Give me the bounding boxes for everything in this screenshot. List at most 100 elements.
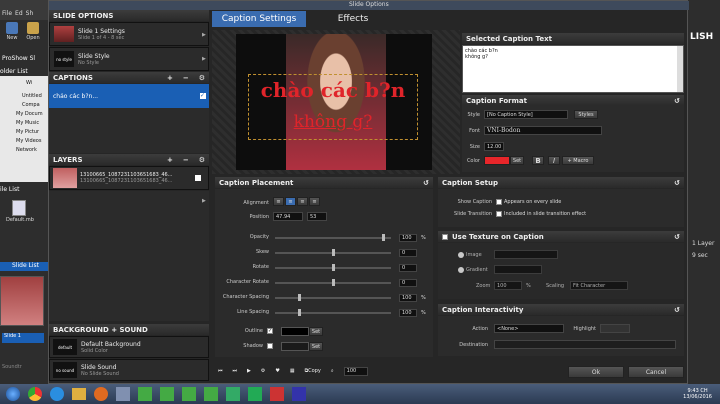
remove-caption-button[interactable]: − bbox=[183, 74, 189, 82]
folder-item[interactable]: Untitled bbox=[2, 93, 46, 102]
color-set-button[interactable]: Set bbox=[510, 156, 524, 165]
zoom-level-input[interactable]: 100 bbox=[343, 366, 368, 376]
menu-edit[interactable]: Ed bbox=[15, 10, 23, 20]
shadow-color-swatch[interactable] bbox=[281, 342, 309, 351]
reset-interactivity-icon[interactable]: ↺ bbox=[674, 306, 680, 314]
start-icon[interactable] bbox=[6, 387, 20, 401]
italic-button[interactable]: I bbox=[548, 156, 560, 165]
reset-placement-icon[interactable]: ↺ bbox=[423, 179, 429, 187]
app-icon[interactable] bbox=[138, 387, 152, 401]
play-icon[interactable]: ▶ bbox=[247, 368, 251, 374]
shadow-checkbox[interactable] bbox=[267, 343, 273, 349]
folder-item[interactable]: Network bbox=[2, 147, 46, 156]
slider-track[interactable] bbox=[275, 309, 391, 316]
slider-track[interactable] bbox=[275, 264, 391, 271]
app-icon[interactable] bbox=[182, 387, 196, 401]
align-center-button[interactable]: ≡ bbox=[285, 197, 296, 206]
app-open-icon[interactable]: Open bbox=[24, 22, 42, 42]
slide-style-item[interactable]: no style Slide Style No Style bbox=[49, 47, 209, 71]
size-input[interactable]: 12.00 bbox=[484, 142, 504, 151]
caption-list-item[interactable]: chảo các b?n... ✓ bbox=[49, 84, 209, 108]
gradient-field[interactable] bbox=[494, 265, 542, 274]
outline-checkbox[interactable]: ✓ bbox=[267, 328, 273, 334]
left-slide-thumb[interactable] bbox=[0, 276, 44, 326]
slider-track[interactable] bbox=[275, 279, 391, 286]
folder-item[interactable]: My Music bbox=[2, 120, 46, 129]
outline-set-button[interactable]: Set bbox=[309, 327, 323, 336]
caption-text-scrollbar[interactable] bbox=[677, 46, 683, 92]
caption-style-select[interactable]: [No Caption Style] bbox=[484, 110, 568, 119]
tab-caption-settings[interactable]: Caption Settings bbox=[212, 11, 306, 27]
app-icon[interactable] bbox=[270, 387, 284, 401]
gradient-radio[interactable] bbox=[458, 267, 464, 273]
add-layer-button[interactable]: + bbox=[167, 156, 173, 164]
cancel-button[interactable]: Cancel bbox=[628, 366, 684, 378]
folder-item[interactable]: My Docum bbox=[2, 111, 46, 120]
slide-sound-item[interactable]: no sound Slide Sound No Slide Sound bbox=[49, 359, 209, 381]
slider-thumb[interactable] bbox=[331, 264, 335, 271]
layer-list-item[interactable]: 13100665_1087231103651683_46... 13100665… bbox=[49, 166, 209, 190]
zoom-input[interactable]: 100 bbox=[494, 281, 522, 290]
folder-item[interactable]: My Pictur bbox=[2, 129, 46, 138]
gear-icon[interactable]: ⚙ bbox=[261, 368, 265, 374]
position-y-input[interactable]: 53 bbox=[307, 212, 327, 221]
slider-track[interactable] bbox=[275, 249, 391, 256]
expand-arrow-icon[interactable]: ▶ bbox=[202, 32, 206, 38]
slider-track[interactable] bbox=[275, 294, 391, 301]
add-caption-button[interactable]: + bbox=[167, 74, 173, 82]
clock[interactable]: 9:43 CH 13/06/2016 bbox=[683, 388, 712, 400]
shadow-set-button[interactable]: Set bbox=[309, 342, 323, 351]
bold-button[interactable]: B bbox=[532, 156, 544, 165]
scaling-select[interactable]: Fit Character bbox=[570, 281, 628, 290]
app-icon[interactable] bbox=[116, 387, 130, 401]
grid-icon[interactable]: ▦ bbox=[290, 368, 295, 374]
skip-forward-icon[interactable]: ⏭ bbox=[233, 368, 238, 374]
explorer-icon[interactable] bbox=[72, 388, 86, 400]
skip-back-icon[interactable]: ⏮ bbox=[218, 368, 223, 374]
ie-icon[interactable] bbox=[50, 387, 64, 401]
app-new-icon[interactable]: New bbox=[3, 22, 21, 42]
folder-item[interactable]: Wi bbox=[2, 80, 46, 89]
remove-layer-button[interactable]: − bbox=[183, 156, 189, 164]
app-icon[interactable] bbox=[292, 387, 306, 401]
app-icon[interactable] bbox=[226, 387, 240, 401]
firefox-icon[interactable] bbox=[94, 387, 108, 401]
macro-button[interactable]: + Macro bbox=[562, 156, 594, 165]
app-icon[interactable] bbox=[204, 387, 218, 401]
slider-thumb[interactable] bbox=[382, 234, 386, 241]
tab-effects[interactable]: Effects bbox=[306, 11, 400, 27]
zoom-icon[interactable]: ⌕ bbox=[331, 368, 334, 374]
expand-arrow-icon[interactable]: ▶ bbox=[202, 198, 206, 204]
align-left-button[interactable]: ≡ bbox=[273, 197, 284, 206]
ok-button[interactable]: Ok bbox=[568, 366, 624, 378]
align-right-button[interactable]: ≡ bbox=[297, 197, 308, 206]
reset-format-icon[interactable]: ↺ bbox=[674, 97, 680, 105]
slider-thumb[interactable] bbox=[331, 279, 335, 286]
slider-thumb[interactable] bbox=[331, 249, 335, 256]
styles-button[interactable]: Styles bbox=[574, 110, 598, 119]
align-justify-button[interactable]: ≡ bbox=[309, 197, 320, 206]
background-item[interactable]: default Default Background Solid Color bbox=[49, 336, 209, 358]
slider-value-input[interactable]: 0 bbox=[399, 249, 417, 257]
slider-value-input[interactable]: 100 bbox=[399, 309, 417, 317]
folder-tree[interactable]: Wi Untitled Compa My Docum My Music My P… bbox=[0, 76, 48, 182]
folder-item[interactable]: My Videos bbox=[2, 138, 46, 147]
outline-color-swatch[interactable] bbox=[281, 327, 309, 336]
show-caption-checkbox[interactable] bbox=[496, 199, 502, 205]
slider-value-input[interactable]: 100 bbox=[399, 294, 417, 302]
image-path-field[interactable] bbox=[494, 250, 558, 259]
app-icon[interactable] bbox=[160, 387, 174, 401]
reset-setup-icon[interactable]: ↺ bbox=[674, 179, 680, 187]
preview-area[interactable]: chào các b?n không g? bbox=[212, 30, 460, 174]
image-radio[interactable] bbox=[458, 252, 464, 258]
caption-text-area[interactable]: chào các b?n không g? bbox=[462, 45, 684, 93]
slider-thumb[interactable] bbox=[297, 309, 301, 316]
menu-show[interactable]: Sh bbox=[26, 10, 34, 20]
highlight-color[interactable] bbox=[600, 324, 630, 333]
position-x-input[interactable]: 47.94 bbox=[273, 212, 303, 221]
use-texture-checkbox[interactable] bbox=[442, 233, 448, 240]
file-thumb[interactable]: Default.mb bbox=[6, 200, 34, 232]
expand-arrow-icon[interactable]: ▶ bbox=[202, 56, 206, 62]
reset-texture-icon[interactable]: ↺ bbox=[674, 233, 680, 241]
app-icon[interactable] bbox=[248, 387, 262, 401]
